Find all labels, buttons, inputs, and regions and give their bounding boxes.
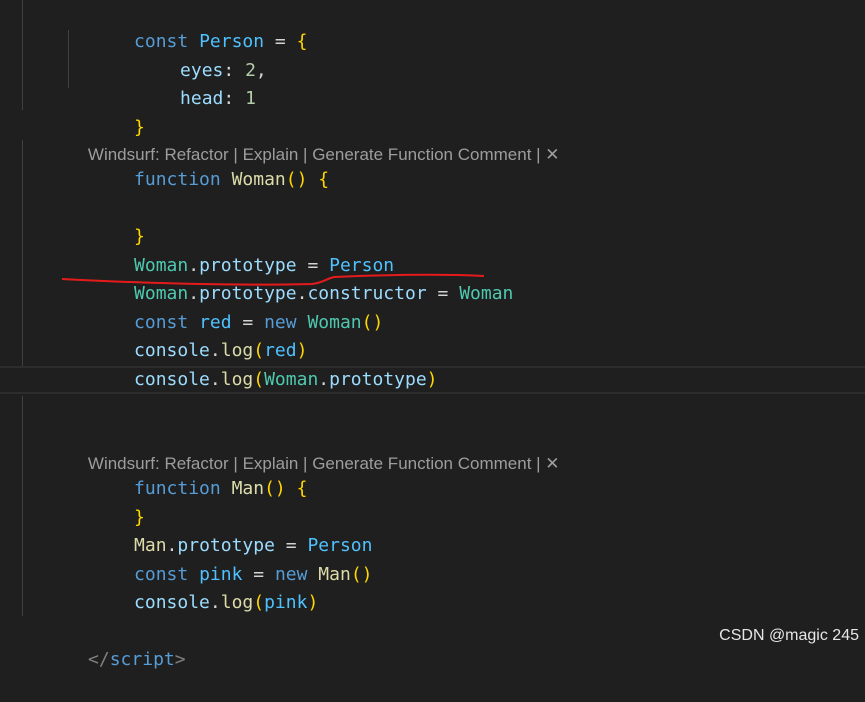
- code-line[interactable]: console.log(pink): [0, 561, 865, 613]
- bracket: ): [426, 369, 438, 390]
- bracket: ): [307, 592, 319, 613]
- bracket: (: [253, 592, 265, 613]
- tag-bracket: </: [88, 649, 110, 670]
- variable: pink: [264, 592, 308, 613]
- code-line[interactable]: Man.prototype = Person: [0, 504, 865, 556]
- bracket: (: [253, 369, 265, 390]
- property: prototype: [329, 369, 427, 390]
- code-line[interactable]: console.log(red): [0, 309, 865, 361]
- class-name: Woman: [264, 369, 319, 390]
- tag-bracket: >: [174, 649, 186, 670]
- code-line[interactable]: const red = new Woman(): [0, 281, 865, 333]
- code-editor[interactable]: const Person = { eyes: 2, head: 1 } Wind…: [0, 0, 865, 670]
- variable: console: [134, 369, 210, 390]
- watermark: CSDN @magic 245: [719, 627, 859, 644]
- punctuation: .: [209, 369, 221, 390]
- code-line[interactable]: }: [0, 476, 865, 528]
- function-name: log: [220, 592, 254, 613]
- code-line[interactable]: function Man() {: [0, 447, 865, 499]
- punctuation: .: [318, 369, 330, 390]
- code-line[interactable]: const pink = new Man(): [0, 533, 865, 585]
- codelens-bar: Windsurf: Refactor | Explain | Generate …: [69, 422, 560, 473]
- code-line[interactable]: console.log(Woman.prototype): [0, 338, 865, 390]
- function-name: log: [220, 369, 254, 390]
- tag-name: script: [109, 649, 175, 670]
- punctuation: .: [209, 592, 221, 613]
- variable: console: [134, 592, 210, 613]
